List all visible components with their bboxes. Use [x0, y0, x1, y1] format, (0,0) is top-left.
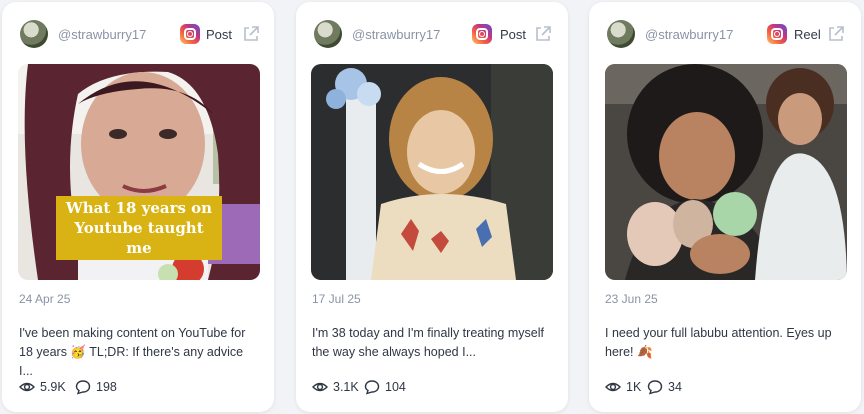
instagram-icon: [180, 24, 200, 44]
comments-stat: 198: [75, 379, 117, 395]
comment-icon: [647, 380, 663, 395]
external-link-icon[interactable]: [827, 25, 845, 43]
card-header: @strawburry17 Post: [296, 18, 568, 50]
views-count: 5.9K: [40, 380, 66, 394]
views-stat: 3.1K: [312, 379, 359, 395]
avatar: [607, 20, 635, 48]
comments-stat: 104: [364, 379, 406, 395]
comments-count: 104: [385, 380, 406, 394]
card-header: @strawburry17 Reel: [589, 18, 861, 50]
comments-stat: 34: [647, 379, 682, 395]
post-type-label: Post: [500, 27, 527, 42]
post-date: 23 Jun 25: [605, 292, 658, 306]
post-date: 24 Apr 25: [19, 292, 71, 306]
comment-icon: [364, 380, 380, 395]
avatar: [314, 20, 342, 48]
post-type-label: Post: [206, 27, 233, 42]
external-link-icon[interactable]: [534, 25, 552, 43]
eye-icon: [605, 382, 621, 392]
comments-count: 34: [668, 380, 682, 394]
post-thumbnail[interactable]: [605, 64, 847, 280]
thumbnail-overlay-text: What 18 years on Youtube taught me: [56, 196, 222, 260]
post-type-label: Reel: [794, 27, 821, 42]
post-thumbnail[interactable]: [311, 64, 553, 280]
views-count: 1K: [626, 380, 642, 394]
post-card-3[interactable]: @strawburry17 Reel 23 Jun 25 I need your…: [589, 2, 861, 412]
post-date: 17 Jul 25: [312, 292, 361, 306]
account-handle[interactable]: @strawburry17: [58, 27, 146, 42]
post-card-2[interactable]: @strawburry17 Post 17 Jul 25 I'm 38 toda…: [296, 2, 568, 412]
thumbnail-image: [311, 64, 553, 280]
post-thumbnail[interactable]: What 18 years on Youtube taught me: [18, 64, 260, 280]
eye-icon: [312, 382, 328, 392]
avatar: [20, 20, 48, 48]
comment-icon: [75, 380, 91, 395]
instagram-icon: [472, 24, 492, 44]
views-count: 3.1K: [333, 380, 359, 394]
post-caption: I need your full labubu attention. Eyes …: [605, 326, 832, 359]
views-stat: 5.9K: [19, 379, 66, 395]
account-handle[interactable]: @strawburry17: [645, 27, 733, 42]
post-card-1[interactable]: @strawburry17 Post What 18 years on Yout…: [2, 2, 274, 412]
views-stat: 1K: [605, 379, 641, 395]
card-header: @strawburry17 Post: [2, 18, 274, 50]
instagram-icon: [767, 24, 787, 44]
external-link-icon[interactable]: [242, 25, 260, 43]
post-caption: I've been making content on YouTube for …: [19, 326, 246, 378]
eye-icon: [19, 382, 35, 392]
account-handle[interactable]: @strawburry17: [352, 27, 440, 42]
post-caption: I'm 38 today and I'm finally treating my…: [312, 326, 544, 359]
thumbnail-image: [605, 64, 847, 280]
comments-count: 198: [96, 380, 117, 394]
